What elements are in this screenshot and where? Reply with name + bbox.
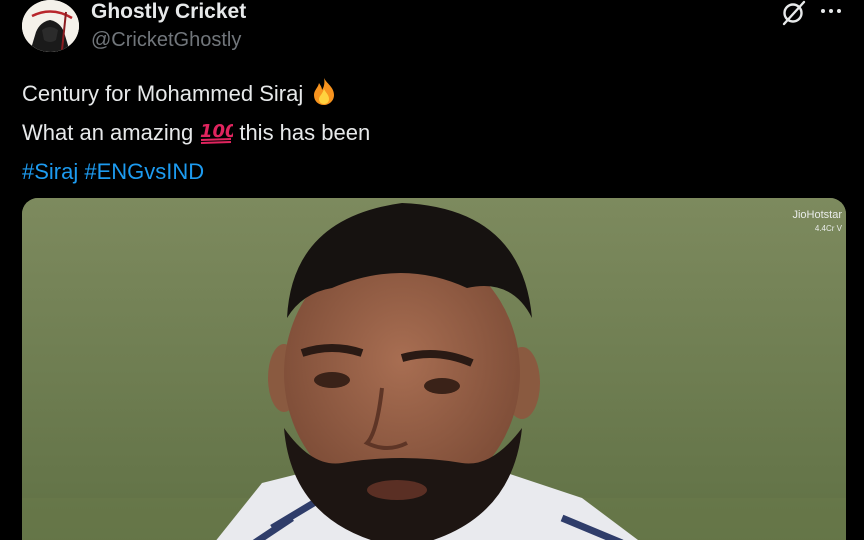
- tweet-hashtags: #Siraj #ENGvsIND: [22, 155, 370, 189]
- ghost-reaper-logo-icon: [22, 0, 79, 52]
- tweet-media-video[interactable]: JioHotstar 4.4Cr V: [22, 198, 846, 540]
- video-frame-image: [22, 198, 846, 540]
- avatar[interactable]: [22, 0, 79, 52]
- author-handle[interactable]: @CricketGhostly: [91, 28, 241, 52]
- hashtag-engvsind[interactable]: #ENGvsIND: [84, 159, 204, 184]
- hashtag-siraj[interactable]: #Siraj: [22, 159, 78, 184]
- tweet-text: Century for Mohammed Siraj What an amazi…: [22, 76, 370, 189]
- author-display-name[interactable]: Ghostly Cricket: [91, 0, 246, 24]
- tweet-line-1: Century for Mohammed Siraj: [22, 76, 370, 116]
- watermark-brand: JioHotstar: [792, 209, 842, 221]
- tweet-line-1-text: Century for Mohammed Siraj: [22, 81, 304, 106]
- watermark-views: 4.4Cr V: [814, 224, 842, 233]
- tweet-line-2-after: this has been: [239, 120, 371, 145]
- tweet-line-2-before: What an amazing: [22, 120, 194, 145]
- broadcast-watermark: JioHotstar 4.4Cr V: [792, 208, 842, 236]
- grok-icon[interactable]: [779, 0, 809, 26]
- fire-emoji-icon: [309, 76, 339, 116]
- hundred-points-emoji-icon: 100: [199, 117, 238, 155]
- more-options-icon[interactable]: [818, 2, 844, 20]
- tweet-line-2: What an amazing 100 this has been: [22, 116, 370, 155]
